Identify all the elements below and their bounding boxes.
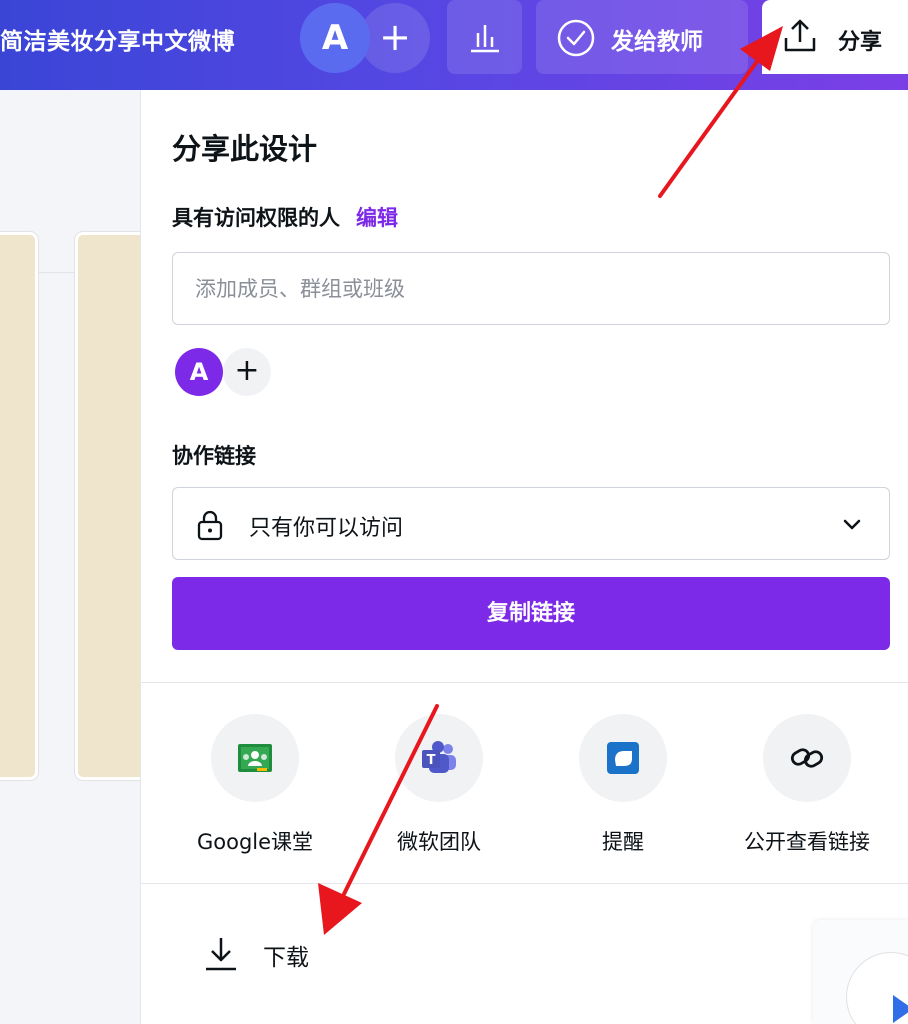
app-root: 简洁美妆分享中文微博 + A 发给教师 分享 分享此设计 具有访问权限的人 编辑… bbox=[0, 0, 908, 1024]
edit-access-link[interactable]: 编辑 bbox=[356, 206, 398, 230]
share-panel: 分享此设计 具有访问权限的人编辑 A + 协作链接 只有你可以访问 复制链接 bbox=[140, 90, 908, 1024]
share-reminder[interactable]: 提醒 bbox=[553, 714, 693, 864]
share-target-label: 提醒 bbox=[602, 830, 644, 854]
download-label: 下载 bbox=[263, 945, 309, 971]
user-avatar[interactable]: A bbox=[300, 3, 370, 73]
panel-title: 分享此设计 bbox=[172, 132, 318, 166]
share-public-view-link[interactable]: 公开查看链接 bbox=[737, 714, 877, 864]
play-icon bbox=[893, 995, 908, 1023]
page-thumbnail[interactable] bbox=[0, 232, 38, 780]
share-target-label: 微软团队 bbox=[397, 830, 481, 854]
share-label: 分享 bbox=[838, 30, 883, 55]
send-to-teacher-label: 发给教师 bbox=[611, 29, 703, 55]
share-button[interactable]: 分享 bbox=[762, 0, 908, 74]
access-level-select[interactable]: 只有你可以访问 bbox=[172, 487, 890, 560]
bar-chart-icon bbox=[471, 25, 499, 53]
link-icon bbox=[763, 714, 851, 802]
svg-text:T: T bbox=[427, 753, 436, 768]
reminder-icon bbox=[579, 714, 667, 802]
access-label: 具有访问权限的人 bbox=[172, 206, 340, 230]
access-level-value: 只有你可以访问 bbox=[249, 516, 404, 541]
member-avatar[interactable]: A bbox=[175, 348, 223, 396]
send-to-teacher-button[interactable]: 发给教师 bbox=[536, 0, 748, 74]
section-divider bbox=[141, 883, 908, 884]
share-target-label: Google课堂 bbox=[196, 830, 314, 854]
check-circle-icon bbox=[557, 19, 595, 57]
insights-button[interactable] bbox=[447, 0, 522, 74]
document-title[interactable]: 简洁美妆分享中文微博 bbox=[0, 22, 235, 56]
top-toolbar: 简洁美妆分享中文微博 + A 发给教师 分享 bbox=[0, 0, 908, 90]
copy-link-button[interactable]: 复制链接 bbox=[172, 577, 890, 650]
upload-icon bbox=[784, 19, 816, 52]
google-classroom-icon bbox=[211, 714, 299, 802]
add-collaborator-button[interactable]: + bbox=[360, 3, 430, 73]
add-member-input[interactable] bbox=[172, 252, 890, 325]
share-microsoft-teams[interactable]: T 微软团队 bbox=[369, 714, 509, 864]
share-target-label: 公开查看链接 bbox=[744, 830, 870, 854]
chevron-down-icon bbox=[843, 519, 861, 530]
share-google-classroom[interactable]: Google课堂 bbox=[185, 714, 325, 864]
microsoft-teams-icon: T bbox=[395, 714, 483, 802]
collab-link-label: 协作链接 bbox=[172, 444, 256, 468]
lock-icon bbox=[197, 510, 223, 541]
section-divider bbox=[141, 682, 908, 683]
access-header: 具有访问权限的人 编辑 bbox=[172, 202, 398, 232]
add-member-button[interactable]: + bbox=[223, 348, 271, 396]
download-icon bbox=[206, 938, 236, 971]
